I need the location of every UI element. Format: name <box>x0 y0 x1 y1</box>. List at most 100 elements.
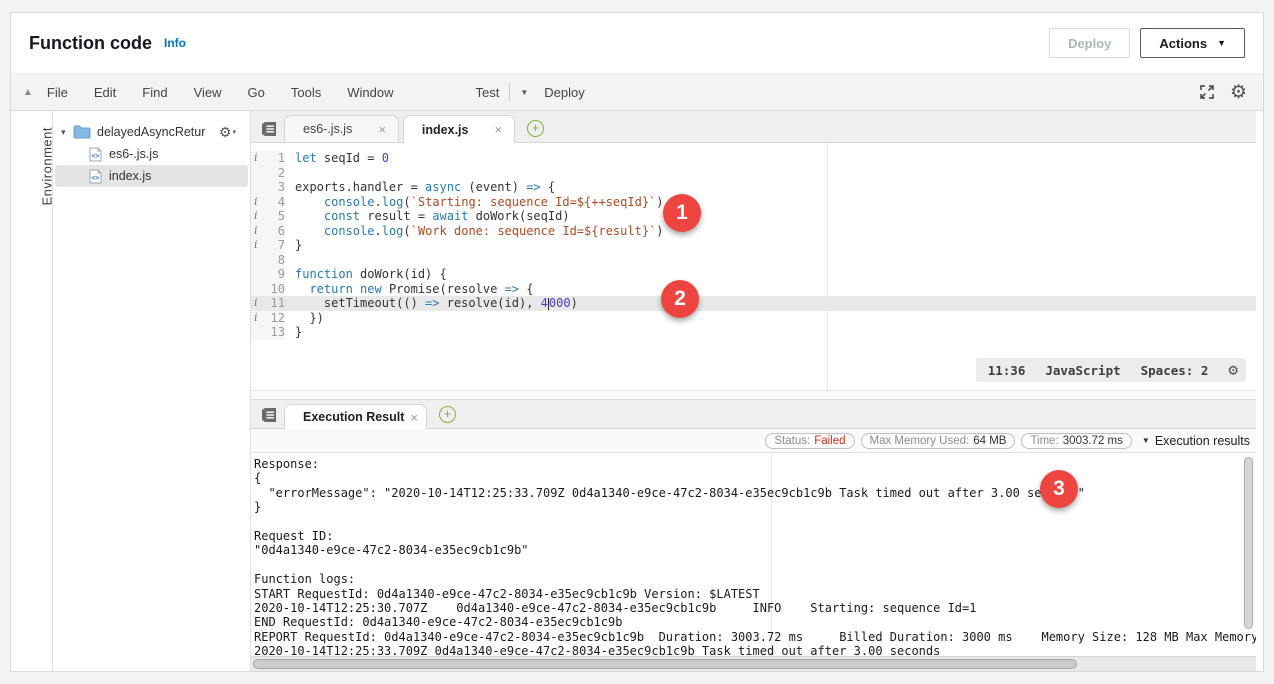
code-text: function doWork(id) { <box>285 267 447 282</box>
deploy-button[interactable]: Deploy <box>1049 28 1130 58</box>
close-icon[interactable]: × <box>378 122 386 137</box>
ide-settings-gear-icon[interactable]: ⚙ <box>1230 83 1247 102</box>
new-tab-plus-icon[interactable]: + <box>439 406 456 423</box>
token: } <box>295 238 302 252</box>
function-code-card: Function code Info Deploy Actions ▼ ▲ Fi… <box>10 12 1264 672</box>
token <box>295 224 324 238</box>
editor-column: es6-.js.js×index.js× + i1let seqId = 023… <box>251 111 1256 671</box>
tab-es6-.js.js[interactable]: es6-.js.js× <box>284 115 399 142</box>
token: setTimeout(() <box>295 296 425 310</box>
indentation-setting[interactable]: Spaces: 2 <box>1141 363 1209 378</box>
annotation-2: 2 <box>661 280 699 318</box>
tab-index.js[interactable]: index.js× <box>403 115 515 143</box>
token: => <box>425 296 439 310</box>
code-text: console.log(`Starting: sequence Id=${++s… <box>285 195 664 210</box>
tab-execution-result[interactable]: Execution Result × <box>284 404 427 429</box>
statusbar-gear-icon[interactable]: ⚙ <box>1228 362 1238 378</box>
tab-list-icon[interactable] <box>261 407 278 423</box>
token: doWork(id) { <box>353 267 447 281</box>
collapse-pane-icon[interactable]: ▲ <box>23 87 33 98</box>
tab-label: Execution Result <box>303 410 404 424</box>
gutter-cell <box>251 253 263 268</box>
gear-icon: ⚙ <box>219 125 232 139</box>
token <box>295 282 309 296</box>
cursor-position[interactable]: 11:36 <box>988 363 1026 378</box>
menu-item-find[interactable]: Find <box>142 85 167 100</box>
token: ) <box>656 195 663 209</box>
output-line: END RequestId: 0d4a1340-e9ce-47c2-8034-e… <box>254 615 1256 629</box>
token: `Work done: sequence Id=${result}` <box>411 224 657 238</box>
menu-item-edit[interactable]: Edit <box>94 85 116 100</box>
code-line-9: 9function doWork(id) { <box>251 267 1256 282</box>
horizontal-scrollbar-thumb[interactable] <box>253 659 1077 669</box>
code-text: let seqId = 0 <box>285 151 389 166</box>
execution-output[interactable]: Response:{ "errorMessage": "2020-10-14T1… <box>251 453 1256 656</box>
code-text: } <box>285 325 302 340</box>
close-icon[interactable]: × <box>494 122 502 137</box>
fullscreen-icon[interactable] <box>1198 83 1216 101</box>
token: } <box>295 325 302 339</box>
code-line-10: 10 return new Promise(resolve => { <box>251 282 1256 297</box>
actions-button[interactable]: Actions ▼ <box>1140 28 1245 58</box>
token: => <box>505 282 519 296</box>
execution-results-toggle[interactable]: ▼ Execution results <box>1142 434 1250 448</box>
token: let <box>295 151 317 165</box>
menu-separator <box>509 83 510 101</box>
token: await <box>432 209 468 223</box>
pane-splitter[interactable] <box>251 391 1256 399</box>
new-tab-plus-icon[interactable]: + <box>527 120 544 137</box>
menu-item-test[interactable]: Test <box>475 85 499 100</box>
card-header: Function code Info Deploy Actions ▼ <box>11 13 1263 73</box>
code-line-4: i4 console.log(`Starting: sequence Id=${… <box>251 195 1256 210</box>
badge-value: Failed <box>814 435 845 447</box>
tree-settings-gear[interactable]: ⚙ ▾ <box>219 125 236 139</box>
close-icon[interactable]: × <box>410 410 418 425</box>
ide-menubar: ▲ File Edit Find View Go Tools Window Test ▼ D… <box>11 73 1263 111</box>
token: exports.handler = <box>295 180 425 194</box>
output-line: START RequestId: 0d4a1340-e9ce-47c2-8034… <box>254 587 1256 601</box>
status-badges: Status:FailedMax Memory Used:64 MBTime:3… <box>765 433 1132 449</box>
menu-item-deploy[interactable]: Deploy <box>544 85 584 100</box>
tree-folder-row[interactable]: ▾ delayedAsyncReturn ⚙ ▾ <box>53 121 250 143</box>
menu-item-view[interactable]: View <box>194 85 222 100</box>
language-mode[interactable]: JavaScript <box>1045 363 1120 378</box>
output-line <box>254 558 1256 572</box>
line-number: 12 <box>263 311 285 326</box>
token: 4 <box>541 296 548 310</box>
editor-tabs: es6-.js.js×index.js× <box>284 115 519 142</box>
info-annotation-icon: i <box>251 238 263 253</box>
code-editor[interactable]: i1let seqId = 023exports.handler = async… <box>251 143 1256 391</box>
token: result = <box>360 209 432 223</box>
menu-item-go[interactable]: Go <box>248 85 265 100</box>
tree-file-es6-.js.js[interactable]: <>es6-.js.js <box>55 143 248 165</box>
code-text: console.log(`Work done: sequence Id=${re… <box>285 224 664 239</box>
menu-item-window[interactable]: Window <box>347 85 393 100</box>
menu-item-tools[interactable]: Tools <box>291 85 321 100</box>
vertical-scrollbar-thumb[interactable] <box>1244 457 1253 629</box>
token: log <box>382 195 404 209</box>
token: log <box>382 224 404 238</box>
chevron-down-icon: ▼ <box>1142 436 1150 445</box>
gutter-cell <box>251 267 263 282</box>
token: . <box>374 195 381 209</box>
results-tabbar: Execution Result × + <box>251 399 1256 429</box>
badge-label: Max Memory Used: <box>870 435 970 447</box>
token: ) <box>571 296 578 310</box>
info-link[interactable]: Info <box>164 36 186 50</box>
folder-disclosure-icon[interactable]: ▾ <box>61 127 73 138</box>
chevron-down-icon: ▼ <box>1217 38 1226 48</box>
test-dropdown-icon[interactable]: ▼ <box>520 88 528 97</box>
menu-item-file[interactable]: File <box>47 85 68 100</box>
code-text: const result = await doWork(seqId) <box>285 209 570 224</box>
environment-strip: Environment <box>11 111 53 671</box>
menu-items: File Edit Find View Go Tools Window <box>47 85 394 100</box>
line-number: 11 <box>263 296 285 311</box>
info-annotation-icon: i <box>251 224 263 239</box>
tab-list-icon[interactable] <box>261 121 278 137</box>
environment-tab[interactable]: Environment <box>39 127 54 205</box>
tree-file-index.js[interactable]: <>index.js <box>55 165 248 187</box>
line-number: 6 <box>263 224 285 239</box>
code-text: exports.handler = async (event) => { <box>285 180 555 195</box>
line-number: 5 <box>263 209 285 224</box>
line-number: 10 <box>263 282 285 297</box>
